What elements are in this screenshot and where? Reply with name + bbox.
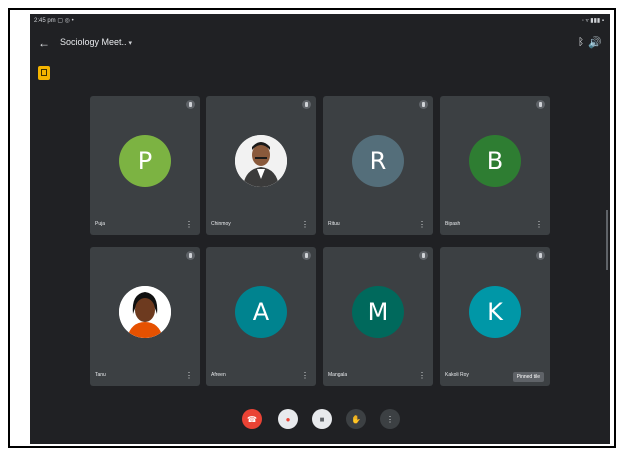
muted-mic-icon <box>419 100 428 109</box>
mic-toggle-button[interactable]: ● <box>278 409 298 429</box>
participant-tile[interactable]: Chinmoy ⋮ <box>206 96 316 235</box>
mic-off-icon: ● <box>285 414 291 424</box>
pinned-tooltip: Pinned tile <box>512 372 544 382</box>
avatar-photo <box>235 135 287 187</box>
muted-mic-icon <box>536 100 545 109</box>
avatar: M <box>352 286 404 338</box>
muted-mic-icon <box>302 100 311 109</box>
participant-tile[interactable]: M Mangala ⋮ <box>323 247 433 386</box>
muted-mic-icon <box>186 251 195 260</box>
participant-name: Rituu <box>328 221 340 227</box>
phone-hangup-icon: ☎ <box>247 414 257 424</box>
participant-name: Chinmoy <box>211 221 231 227</box>
more-vert-icon[interactable]: ⋮ <box>301 371 309 380</box>
participant-tile[interactable]: R Rituu ⋮ <box>323 96 433 235</box>
raise-hand-button[interactable]: ✋ <box>346 409 366 429</box>
muted-mic-icon <box>302 251 311 260</box>
avatar: A <box>235 286 287 338</box>
more-vert-icon[interactable]: ⋮ <box>185 220 193 229</box>
side-scroll-handle[interactable] <box>606 210 608 270</box>
participant-tile[interactable]: B Bipash ⋮ <box>440 96 550 235</box>
participant-name: Tanu <box>95 372 106 378</box>
call-controls: ☎ ● ■ ✋ ⋮ <box>30 406 610 436</box>
avatar: K <box>469 286 521 338</box>
camera-off-icon: ■ <box>319 414 325 424</box>
avatar-photo <box>119 286 171 338</box>
avatar: B <box>469 135 521 187</box>
participant-name: Mangala <box>328 372 348 378</box>
speaker-icon[interactable]: 🔊 <box>588 36 602 49</box>
participant-name: Afreen <box>211 372 226 378</box>
more-vert-icon[interactable]: ⋮ <box>418 220 426 229</box>
avatar: P <box>119 135 171 187</box>
muted-mic-icon <box>419 251 428 260</box>
more-vert-icon: ⋮ <box>386 414 394 424</box>
back-arrow-icon[interactable]: ← <box>36 35 52 51</box>
participant-tile[interactable]: A Afreen ⋮ <box>206 247 316 386</box>
avatar: R <box>352 135 404 187</box>
participant-name: Bipash <box>445 221 461 227</box>
more-vert-icon[interactable]: ⋮ <box>418 371 426 380</box>
top-bar: ← Sociology Meet.. ▾ ᛒ 🔊 <box>30 32 610 58</box>
end-call-button[interactable]: ☎ <box>242 409 262 429</box>
meeting-title[interactable]: Sociology Meet.. ▾ <box>60 37 132 47</box>
status-right: ◦ ▿ ▮▮▮ ▪ <box>581 18 604 24</box>
participant-tile[interactable]: K Kakoli Roy Pinned tile <box>440 247 550 386</box>
muted-mic-icon <box>536 251 545 260</box>
present-badge-icon[interactable] <box>38 66 50 80</box>
chevron-right-icon: ▾ <box>128 40 133 47</box>
meeting-title-text: Sociology Meet.. <box>60 37 127 47</box>
meet-app-window: 2:45 pm ▢ ◎ • ◦ ▿ ▮▮▮ ▪ ← Sociology Meet… <box>30 14 610 444</box>
more-vert-icon[interactable]: ⋮ <box>535 220 543 229</box>
hand-icon: ✋ <box>351 414 361 424</box>
more-vert-icon[interactable]: ⋮ <box>185 371 193 380</box>
person-photo-icon <box>119 286 171 338</box>
bluetooth-icon[interactable]: ᛒ <box>578 37 584 48</box>
status-bar: 2:45 pm ▢ ◎ • ◦ ▿ ▮▮▮ ▪ <box>30 14 610 28</box>
participant-name: Puja <box>95 221 106 227</box>
participant-name: Kakoli Roy <box>445 372 469 378</box>
participant-tile[interactable]: Tanu ⋮ <box>90 247 200 386</box>
more-options-button[interactable]: ⋮ <box>380 409 400 429</box>
muted-mic-icon <box>186 100 195 109</box>
participant-tile[interactable]: P Puja ⋮ <box>90 96 200 235</box>
status-left: 2:45 pm ▢ ◎ • <box>34 18 74 24</box>
camera-toggle-button[interactable]: ■ <box>312 409 332 429</box>
more-vert-icon[interactable]: ⋮ <box>301 220 309 229</box>
person-photo-icon <box>235 135 287 187</box>
